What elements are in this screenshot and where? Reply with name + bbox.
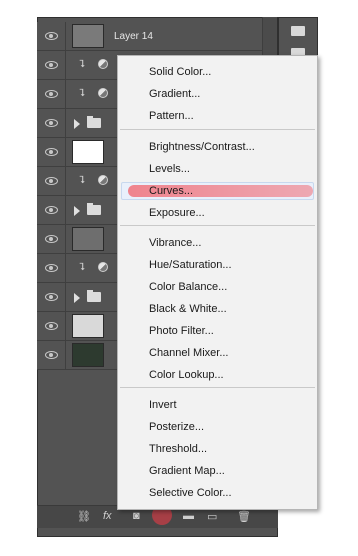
folder-icon bbox=[87, 290, 101, 302]
menu-item[interactable]: Channel Mixer... bbox=[118, 342, 317, 364]
layer-thumbnail bbox=[72, 140, 104, 164]
eye-icon bbox=[45, 264, 58, 272]
fx-button[interactable]: fx bbox=[103, 510, 112, 522]
visibility-toggle[interactable] bbox=[37, 109, 66, 137]
visibility-toggle[interactable] bbox=[37, 312, 66, 340]
menu-item[interactable]: Solid Color... bbox=[118, 61, 317, 83]
layer-row[interactable]: Layer 14 bbox=[37, 22, 262, 51]
layer-name: Layer 14 bbox=[114, 31, 153, 42]
clip-arrow-icon: ⮧ bbox=[79, 175, 85, 186]
menu-separator bbox=[120, 225, 315, 226]
menu-item-label: Solid Color... bbox=[149, 66, 212, 78]
menu-item[interactable]: Gradient Map... bbox=[118, 460, 317, 482]
menu-item-label: Levels... bbox=[149, 163, 190, 175]
menu-item[interactable]: Brightness/Contrast... bbox=[118, 136, 317, 158]
menu-item[interactable]: Color Balance... bbox=[118, 276, 317, 298]
menu-item-label: Color Lookup... bbox=[149, 369, 224, 381]
visibility-toggle[interactable] bbox=[37, 138, 66, 166]
visibility-toggle[interactable] bbox=[37, 283, 66, 311]
menu-item-label: Color Balance... bbox=[149, 281, 228, 293]
folder-icon bbox=[87, 203, 101, 215]
eye-icon bbox=[45, 235, 58, 243]
mask-icon[interactable]: ◙ bbox=[133, 510, 140, 522]
visibility-toggle[interactable] bbox=[37, 341, 66, 369]
eye-icon bbox=[45, 119, 58, 127]
menu-item[interactable]: Vibrance... bbox=[118, 232, 317, 254]
expand-triangle-icon[interactable] bbox=[74, 293, 80, 303]
menu-item[interactable]: Exposure... bbox=[118, 202, 317, 224]
menu-item[interactable]: Pattern... bbox=[118, 105, 317, 127]
menu-separator bbox=[120, 387, 315, 388]
eye-icon bbox=[45, 322, 58, 330]
menu-item-label: Pattern... bbox=[149, 110, 194, 122]
visibility-toggle[interactable] bbox=[37, 51, 66, 79]
menu-item[interactable]: Levels... bbox=[118, 158, 317, 180]
menu-item-label: Vibrance... bbox=[149, 237, 202, 249]
eye-icon bbox=[45, 351, 58, 359]
expand-triangle-icon[interactable] bbox=[74, 206, 80, 216]
visibility-toggle[interactable] bbox=[37, 80, 66, 108]
expand-triangle-icon[interactable] bbox=[74, 119, 80, 129]
layer-thumbnail bbox=[72, 314, 104, 338]
menu-item-label: Posterize... bbox=[149, 421, 205, 433]
menu-separator bbox=[120, 129, 315, 130]
eye-icon bbox=[45, 32, 58, 40]
visibility-toggle[interactable] bbox=[37, 167, 66, 195]
eye-icon bbox=[45, 90, 58, 98]
eye-icon bbox=[45, 293, 58, 301]
menu-item-label: Exposure... bbox=[149, 207, 205, 219]
brush-icon[interactable] bbox=[291, 26, 305, 36]
menu-item[interactable]: Color Lookup... bbox=[118, 364, 317, 386]
layer-thumbnail bbox=[72, 343, 104, 367]
menu-item[interactable]: Curves... bbox=[118, 180, 317, 202]
menu-item[interactable]: Black & White... bbox=[118, 298, 317, 320]
link-layers-icon[interactable]: ⛓ bbox=[77, 510, 91, 523]
clip-arrow-icon: ⮧ bbox=[79, 59, 85, 70]
adjustment-icon bbox=[98, 88, 108, 98]
menu-item-label: Gradient Map... bbox=[149, 465, 225, 477]
visibility-toggle[interactable] bbox=[37, 254, 66, 282]
adjustment-icon bbox=[98, 175, 108, 185]
adjustment-menu: Solid Color... Gradient... Pattern... Brigh… bbox=[117, 55, 318, 510]
visibility-toggle[interactable] bbox=[37, 196, 66, 224]
menu-item[interactable]: Posterize... bbox=[118, 416, 317, 438]
new-layer-icon[interactable]: ▭ bbox=[207, 510, 217, 523]
eye-icon bbox=[45, 61, 58, 69]
menu-item-label: Selective Color... bbox=[149, 487, 232, 499]
visibility-toggle[interactable] bbox=[37, 22, 66, 50]
folder-icon bbox=[87, 116, 101, 128]
menu-item-label: Brightness/Contrast... bbox=[149, 141, 255, 153]
menu-item-label: Channel Mixer... bbox=[149, 347, 229, 359]
folder-icon[interactable]: ▬ bbox=[183, 510, 194, 522]
adjustment-icon bbox=[98, 59, 108, 69]
clip-arrow-icon: ⮧ bbox=[79, 262, 85, 273]
menu-item-label: Curves... bbox=[149, 185, 194, 197]
trash-icon[interactable]: 🗑 bbox=[237, 510, 251, 523]
menu-item-label: Photo Filter... bbox=[149, 325, 214, 337]
clip-arrow-icon: ⮧ bbox=[79, 88, 85, 99]
menu-item-label: Black & White... bbox=[149, 303, 227, 315]
menu-item-label: Gradient... bbox=[149, 88, 201, 100]
menu-item-label: Invert bbox=[149, 399, 177, 411]
layer-thumbnail bbox=[72, 24, 104, 48]
menu-item-label: Hue/Saturation... bbox=[149, 259, 232, 271]
eye-icon bbox=[45, 206, 58, 214]
eye-icon bbox=[45, 148, 58, 156]
eye-icon bbox=[45, 177, 58, 185]
menu-item[interactable]: Invert bbox=[118, 394, 317, 416]
layer-thumbnail bbox=[72, 227, 104, 251]
menu-item-label: Threshold... bbox=[149, 443, 208, 455]
adjustment-icon bbox=[98, 262, 108, 272]
visibility-toggle[interactable] bbox=[37, 225, 66, 253]
menu-item[interactable]: Threshold... bbox=[118, 438, 317, 460]
menu-item[interactable]: Hue/Saturation... bbox=[118, 254, 317, 276]
menu-item[interactable]: Photo Filter... bbox=[118, 320, 317, 342]
menu-item[interactable]: Gradient... bbox=[118, 83, 317, 105]
menu-item[interactable]: Selective Color... bbox=[118, 482, 317, 504]
